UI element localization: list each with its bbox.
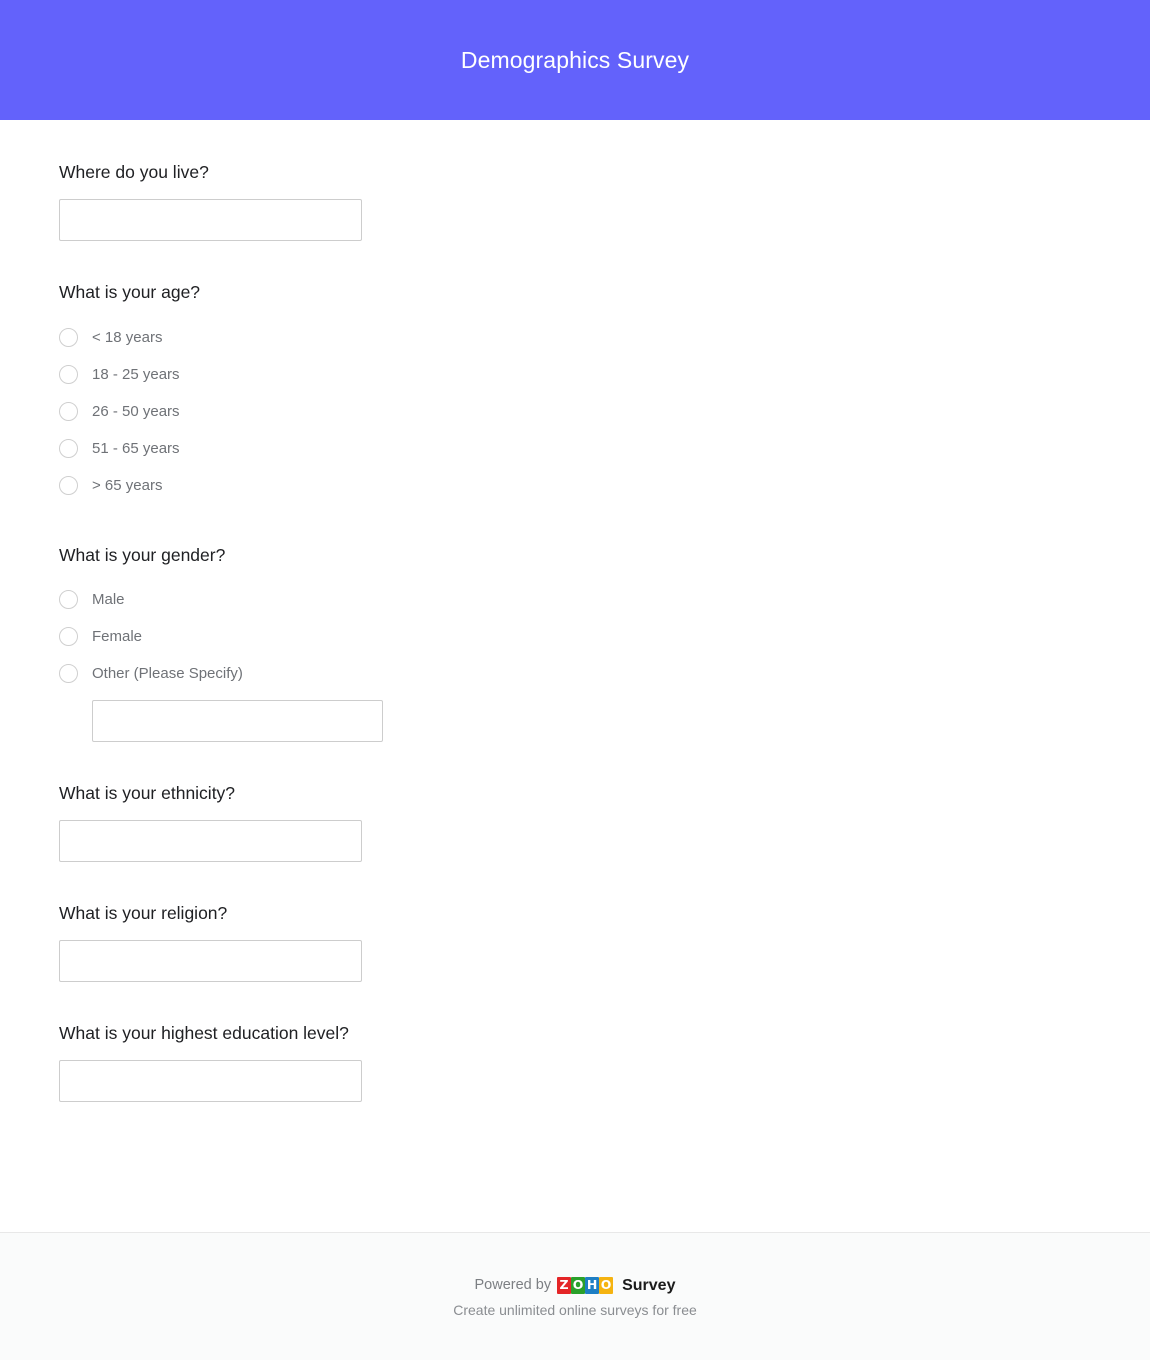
- radio-option-age-26-50[interactable]: 26 - 50 years: [59, 393, 1150, 430]
- option-label: Female: [92, 629, 142, 644]
- question-label: What is your highest education level?: [59, 1022, 1150, 1045]
- radio-option-age-51-65[interactable]: 51 - 65 years: [59, 430, 1150, 467]
- question-label: What is your ethnicity?: [59, 782, 1150, 805]
- radio-option-age-18-25[interactable]: 18 - 25 years: [59, 356, 1150, 393]
- question-education: What is your highest education level?: [59, 1022, 1150, 1102]
- question-residence: Where do you live?: [59, 161, 1150, 241]
- age-option-list: < 18 years 18 - 25 years 26 - 50 years 5…: [59, 319, 1150, 504]
- radio-icon[interactable]: [59, 590, 78, 609]
- radio-option-gender-female[interactable]: Female: [59, 618, 1150, 655]
- footer-tagline: Create unlimited online surveys for free: [453, 1303, 697, 1317]
- radio-icon[interactable]: [59, 664, 78, 683]
- option-label: 51 - 65 years: [92, 441, 180, 456]
- survey-questions: Where do you live? What is your age? < 1…: [0, 120, 1150, 1232]
- page-title: Demographics Survey: [461, 49, 689, 72]
- radio-icon[interactable]: [59, 328, 78, 347]
- zoho-tile-o2: O: [599, 1277, 613, 1294]
- question-ethnicity: What is your ethnicity?: [59, 782, 1150, 862]
- education-input[interactable]: [59, 1060, 362, 1102]
- option-label: Male: [92, 592, 125, 607]
- option-label: 18 - 25 years: [92, 367, 180, 382]
- option-label: Other (Please Specify): [92, 666, 243, 681]
- option-label: > 65 years: [92, 478, 162, 493]
- radio-icon[interactable]: [59, 402, 78, 421]
- question-gender: What is your gender? Male Female Other (…: [59, 544, 1150, 743]
- radio-icon[interactable]: [59, 627, 78, 646]
- survey-footer: Powered by Z O H O Survey Create unlimit…: [0, 1232, 1150, 1360]
- radio-option-age-under18[interactable]: < 18 years: [59, 319, 1150, 356]
- question-age: What is your age? < 18 years 18 - 25 yea…: [59, 281, 1150, 504]
- question-religion: What is your religion?: [59, 902, 1150, 982]
- radio-icon[interactable]: [59, 439, 78, 458]
- zoho-logo-icon[interactable]: Z O H O: [557, 1277, 613, 1295]
- radio-option-gender-other[interactable]: Other (Please Specify): [59, 655, 1150, 692]
- radio-option-age-over65[interactable]: > 65 years: [59, 467, 1150, 504]
- brand-product-label: Survey: [622, 1278, 675, 1294]
- religion-input[interactable]: [59, 940, 362, 982]
- survey-page: Demographics Survey Where do you live? W…: [0, 0, 1150, 1360]
- survey-header: Demographics Survey: [0, 0, 1150, 120]
- question-label: What is your gender?: [59, 544, 1150, 567]
- residence-input[interactable]: [59, 199, 362, 241]
- gender-option-list: Male Female Other (Please Specify): [59, 581, 1150, 742]
- question-label: What is your age?: [59, 281, 1150, 304]
- gender-other-input[interactable]: [92, 700, 383, 742]
- powered-by-label: Powered by: [475, 1278, 552, 1293]
- question-label: Where do you live?: [59, 161, 1150, 184]
- radio-option-gender-male[interactable]: Male: [59, 581, 1150, 618]
- option-label: 26 - 50 years: [92, 404, 180, 419]
- zoho-tile-z: Z: [557, 1277, 571, 1294]
- radio-icon[interactable]: [59, 365, 78, 384]
- zoho-tile-o1: O: [571, 1277, 585, 1294]
- ethnicity-input[interactable]: [59, 820, 362, 862]
- gender-other-input-wrap: [59, 700, 1150, 742]
- option-label: < 18 years: [92, 330, 162, 345]
- powered-by-row: Powered by Z O H O Survey: [475, 1277, 676, 1295]
- question-label: What is your religion?: [59, 902, 1150, 925]
- radio-icon[interactable]: [59, 476, 78, 495]
- zoho-tile-h: H: [585, 1277, 599, 1294]
